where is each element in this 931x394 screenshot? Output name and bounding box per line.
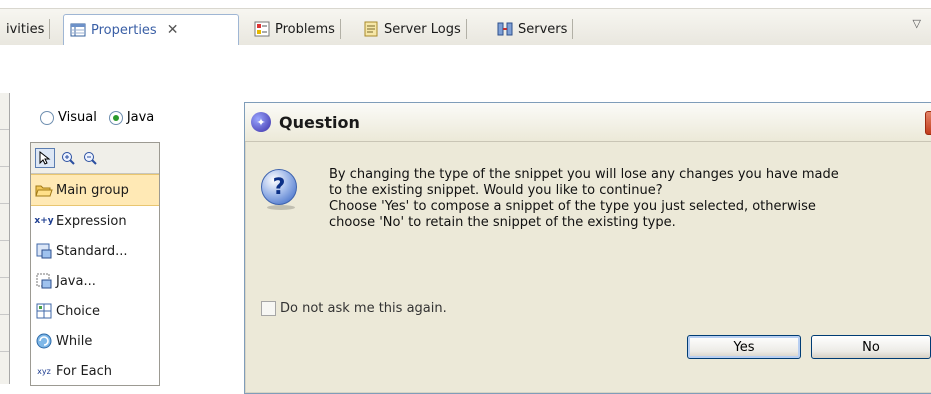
java-snippet-icon xyxy=(35,273,53,289)
tab-server-logs-label: Server Logs xyxy=(384,21,461,37)
tab-activities-label: ivities xyxy=(6,21,45,37)
expression-icon: x+y xyxy=(34,216,54,226)
message-line: choose 'No' to retain the snippet of the… xyxy=(329,215,676,230)
palette-item-for-each[interactable]: xyz For Each xyxy=(31,356,159,385)
zoom-out-icon[interactable] xyxy=(81,149,99,167)
radio-java-label: Java xyxy=(126,110,155,125)
while-loop-icon xyxy=(35,333,53,349)
palette-item-label: Choice xyxy=(56,303,101,319)
dialog-message: By changing the type of the snippet you … xyxy=(329,167,931,231)
dialog-title: Question xyxy=(279,112,360,132)
tab-properties[interactable]: Properties ✕ xyxy=(63,14,239,45)
zoom-in-icon[interactable] xyxy=(59,149,77,167)
dont-ask-again-label: Do not ask me this again. xyxy=(280,301,447,316)
radio-java[interactable] xyxy=(108,110,123,125)
close-icon[interactable]: ✕ xyxy=(925,111,931,135)
servers-icon xyxy=(497,21,513,37)
tab-activities[interactable]: ivities xyxy=(0,15,51,43)
dont-ask-again-row: Do not ask me this again. xyxy=(261,301,447,316)
palette-item-label: Java... xyxy=(56,273,96,289)
for-each-icon: xyz xyxy=(37,366,51,376)
app-logo-icon: ✦ xyxy=(251,112,271,132)
snippet-type-radio-group: Visual Java xyxy=(40,110,154,125)
tab-server-logs[interactable]: Server Logs xyxy=(357,15,467,43)
standard-snippet-icon xyxy=(35,243,53,259)
close-icon[interactable]: ✕ xyxy=(167,22,179,38)
select-arrow-icon[interactable] xyxy=(35,148,55,168)
dont-ask-again-checkbox[interactable] xyxy=(261,301,276,316)
palette-item-label: Main group xyxy=(56,182,129,198)
question-icon: ? xyxy=(261,169,297,205)
palette-item-java[interactable]: Java... xyxy=(31,266,159,296)
yes-button[interactable]: Yes xyxy=(687,335,801,359)
view-tab-strip: ivities Properties ✕ Problems Server Log… xyxy=(0,8,931,46)
tab-problems-label: Problems xyxy=(275,21,335,37)
no-button[interactable]: No xyxy=(811,335,931,359)
palette-item-while[interactable]: While xyxy=(31,326,159,356)
folder-open-icon xyxy=(35,182,53,198)
left-editor-stub xyxy=(0,93,10,384)
message-line: to the existing snippet. Would you like … xyxy=(329,183,663,198)
tab-servers-label: Servers xyxy=(518,21,568,37)
palette-item-expression[interactable]: x+y Expression xyxy=(31,206,159,236)
message-line: By changing the type of the snippet you … xyxy=(329,167,839,182)
choice-icon xyxy=(35,303,53,319)
radio-visual-label: Visual xyxy=(58,110,97,125)
question-dialog: ✦ Question ✕ ? By changing the type of t… xyxy=(244,102,931,394)
dialog-titlebar[interactable]: ✦ Question ✕ xyxy=(245,103,931,142)
view-menu-chevron-icon[interactable]: ▽ xyxy=(913,17,921,30)
tab-servers[interactable]: Servers xyxy=(491,15,574,43)
palette-item-label: Standard... xyxy=(56,243,128,259)
view-toolbar-area xyxy=(0,45,931,93)
problems-icon xyxy=(254,21,270,37)
palette-item-choice[interactable]: Choice xyxy=(31,296,159,326)
palette-toolbar xyxy=(31,143,159,174)
snippet-palette: Main group x+y Expression Standard... Ja… xyxy=(30,142,160,386)
tab-properties-label: Properties xyxy=(91,22,157,38)
server-logs-icon xyxy=(363,21,379,37)
palette-item-label: Expression xyxy=(56,213,127,229)
palette-item-label: While xyxy=(56,333,93,349)
tab-problems[interactable]: Problems xyxy=(248,15,341,43)
palette-item-label: For Each xyxy=(56,363,113,379)
radio-visual[interactable] xyxy=(40,110,54,125)
palette-item-standard[interactable]: Standard... xyxy=(31,236,159,266)
message-line: Choose 'Yes' to compose a snippet of the… xyxy=(329,199,816,214)
question-icon-shadow xyxy=(267,205,295,210)
properties-table-icon xyxy=(70,22,86,38)
palette-item-main-group[interactable]: Main group xyxy=(31,174,159,206)
